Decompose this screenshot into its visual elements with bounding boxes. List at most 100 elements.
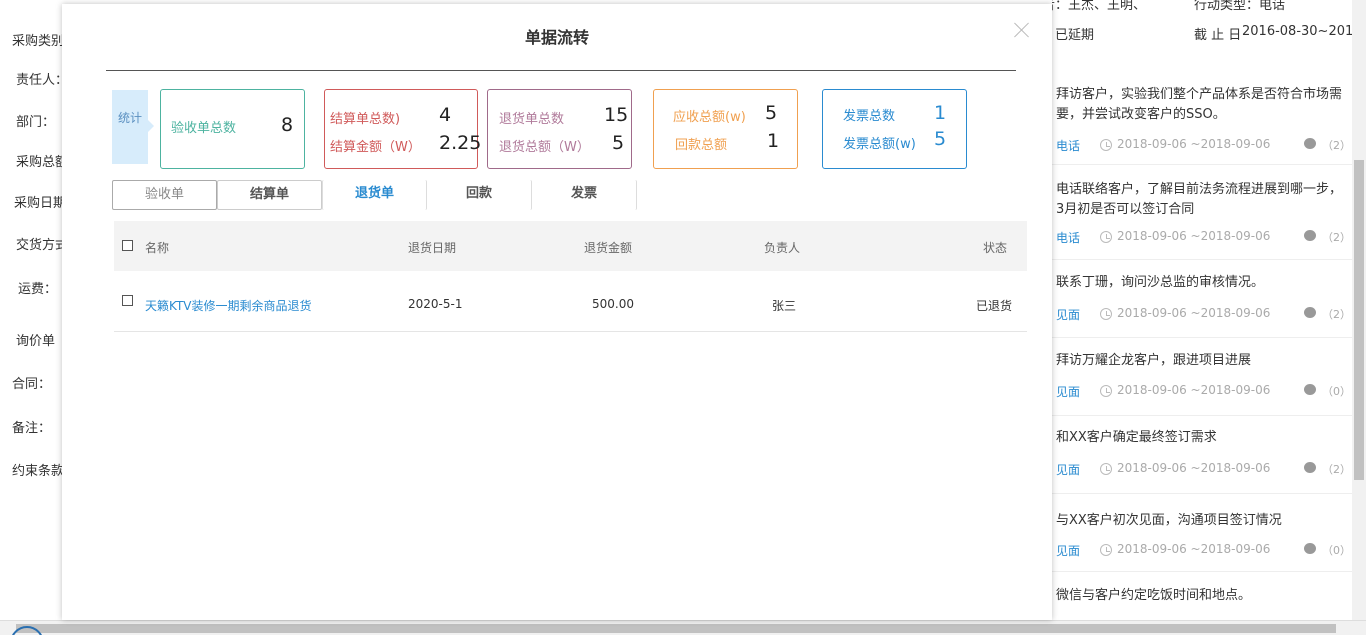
activity-item[interactable]: 拜访客户，实验我们整个产品体系是否符合市场需要，并尝试改变客户的SSO。 电话 …: [1052, 70, 1352, 165]
activity-item[interactable]: 和XX客户确定最终签订需求 见面 2018-09-06 ~2018-09-06 …: [1052, 416, 1352, 494]
col-date: 退货日期: [408, 241, 457, 255]
activity-date: 2018-09-06 ~2018-09-06: [1117, 461, 1271, 475]
comment-icon[interactable]: [1304, 543, 1316, 554]
activity-title[interactable]: 和XX客户确定最终签订需求: [1056, 428, 1346, 448]
row-checkbox[interactable]: [122, 295, 133, 306]
horizontal-scrollbar[interactable]: [0, 620, 1366, 635]
comment-icon[interactable]: [1304, 384, 1316, 395]
activity-date: 2018-09-06 ~2018-09-06: [1117, 306, 1271, 320]
comment-icon[interactable]: [1304, 138, 1316, 149]
comment-icon[interactable]: [1304, 462, 1316, 473]
activity-meta: 电话 2018-09-06 ~2018-09-06 （2）: [1056, 137, 1351, 155]
tab-payment[interactable]: 回款: [427, 180, 532, 210]
row-amount: 500.00: [592, 297, 634, 311]
row-date: 2020-5-1: [408, 297, 463, 311]
stat-label: 发票总数: [843, 109, 896, 124]
activity-title[interactable]: 拜访万耀企龙客户，跟进项目进展: [1056, 351, 1346, 371]
stat-value: 4: [439, 104, 452, 126]
comment-count: （2）: [1322, 139, 1351, 152]
stat-value: 1: [767, 130, 780, 152]
activity-title[interactable]: 微信与客户约定吃饭时间和地点。: [1056, 586, 1346, 606]
comment-icon[interactable]: [1304, 230, 1316, 241]
activity-panel: 参与者：王杰、王明、 行动类型：电话 状态：已延期 截 止 日 2016-08-…: [1052, 0, 1352, 620]
stat-box-settle: 结算单总数) 4 结算金额（W） 2.25: [324, 89, 482, 169]
activity-item[interactable]: 微信与客户约定吃饭时间和地点。: [1052, 572, 1352, 620]
col-name: 名称: [145, 241, 170, 255]
form-label-remark: 备注：: [12, 421, 52, 436]
activity-item[interactable]: 拜访万耀企龙客户，跟进项目进展 见面 2018-09-06 ~2018-09-0…: [1052, 338, 1352, 416]
stat-box-receivable: 应收总额(w) 5 回款总额 1: [653, 89, 798, 169]
stat-label: 退货单总数: [499, 112, 565, 127]
activity-type: 见面: [1056, 463, 1081, 477]
tab-returns[interactable]: 退货单: [322, 180, 427, 210]
col-owner: 负责人: [764, 241, 801, 255]
form-label-owner: 责任人：: [16, 73, 69, 88]
activity-meta: 见面 2018-09-06 ~2018-09-06 （0）: [1056, 542, 1351, 560]
stat-value: 5: [765, 102, 778, 124]
modal-title: 单据流转: [524, 28, 589, 47]
clock-icon: [1100, 231, 1112, 243]
activity-type: 见面: [1056, 308, 1081, 322]
close-icon[interactable]: [1012, 20, 1032, 40]
form-label-purchase-type: 采购类别: [12, 34, 65, 49]
activity-item[interactable]: 与XX客户初次见面，沟通项目签订情况 见面 2018-09-06 ~2018-0…: [1052, 494, 1352, 572]
stat-label: 回款总额: [675, 138, 728, 153]
scrollbar-thumb[interactable]: [16, 624, 1336, 633]
row-name-link[interactable]: 天籁KTV装修一期剩余商品退货: [145, 297, 311, 314]
clock-icon: [1100, 385, 1112, 397]
stat-box-accept: 验收单总数 8: [160, 89, 305, 169]
comment-icon[interactable]: [1304, 307, 1316, 318]
activity-date: 2018-09-06 ~2018-09-06: [1117, 542, 1271, 556]
background-form: 采购类别 责任人： 部门： 采购总额 采购日期 交货方式 运费： 询价单 合同：…: [0, 0, 68, 635]
tab-accept[interactable]: 验收单: [112, 180, 217, 210]
stat-label: 应收总额(w): [673, 110, 746, 125]
activity-date: 2018-09-06 ~2018-09-06: [1117, 229, 1271, 243]
activity-item[interactable]: 联系丁珊，询问沙总监的审核情况。 见面 2018-09-06 ~2018-09-…: [1052, 260, 1352, 338]
form-label-terms: 约束条款: [12, 464, 65, 479]
stat-value: 8: [281, 114, 294, 136]
activity-title[interactable]: 联系丁珊，询问沙总监的审核情况。: [1056, 273, 1346, 293]
form-label-delivery: 交货方式: [16, 238, 69, 253]
vertical-scrollbar[interactable]: [1352, 0, 1366, 620]
stat-value: 5: [612, 132, 625, 154]
table-header: 名称 退货日期 退货金额 负责人 状态: [114, 221, 1027, 271]
table-row: 天籁KTV装修一期剩余商品退货 2020-5-1 500.00 张三 已退货: [114, 277, 1027, 332]
stat-label: 结算金额（W）: [330, 140, 421, 155]
clock-icon: [1100, 139, 1112, 151]
clock-icon: [1100, 308, 1112, 320]
select-all-checkbox[interactable]: [122, 240, 133, 251]
activity-type-header: 行动类型：电话: [1194, 0, 1286, 13]
comment-count: （2）: [1322, 463, 1351, 476]
stat-label: 结算单总数): [330, 112, 401, 127]
activity-participants: 参与者：王杰、王明、: [1052, 0, 1147, 13]
row-owner: 张三: [772, 299, 797, 313]
document-flow-modal: 单据流转 统计 验收单总数 8 结算单总数) 4 结算金额（W） 2.25 退货…: [62, 4, 1052, 620]
activity-type: 电话: [1056, 231, 1081, 245]
stat-value: 5: [934, 128, 947, 150]
activity-title[interactable]: 拜访客户，实验我们整个产品体系是否符合市场需要，并尝试改变客户的SSO。: [1056, 85, 1346, 125]
stat-box-invoice: 发票总数 1 发票总额(w) 5: [822, 89, 967, 169]
stat-value: 2.25: [439, 132, 482, 154]
row-status: 已退货: [976, 299, 1013, 313]
form-label-dept: 部门：: [16, 115, 56, 130]
activity-deadline-label: 截 止 日: [1194, 28, 1242, 43]
comment-count: （0）: [1322, 544, 1351, 557]
stat-label: 验收单总数: [171, 121, 237, 136]
scrollbar-thumb[interactable]: [1354, 160, 1364, 480]
activity-type: 见面: [1056, 385, 1081, 399]
tab-settle[interactable]: 结算单: [217, 180, 322, 210]
activity-date: 2018-09-06 ~2018-09-06: [1117, 137, 1271, 151]
activity-title[interactable]: 与XX客户初次见面，沟通项目签订情况: [1056, 511, 1346, 531]
activity-item[interactable]: 电话联络客户，了解目前法务流程进展到哪一步，3月初是否可以签订合同 电话 201…: [1052, 165, 1352, 260]
stat-tag: 统计: [112, 90, 154, 164]
activity-type: 见面: [1056, 544, 1081, 558]
tab-invoice[interactable]: 发票: [532, 180, 637, 210]
form-label-freight: 运费：: [18, 282, 58, 297]
activity-title[interactable]: 电话联络客户，了解目前法务流程进展到哪一步，3月初是否可以签订合同: [1056, 180, 1346, 220]
activity-type: 电话: [1056, 139, 1081, 153]
activity-meta: 电话 2018-09-06 ~2018-09-06 （2）: [1056, 229, 1351, 247]
col-amount: 退货金额: [584, 241, 633, 255]
form-label-contract: 合同：: [12, 377, 52, 392]
stat-label: 发票总额(w): [843, 137, 916, 152]
stat-value: 1: [934, 102, 947, 124]
